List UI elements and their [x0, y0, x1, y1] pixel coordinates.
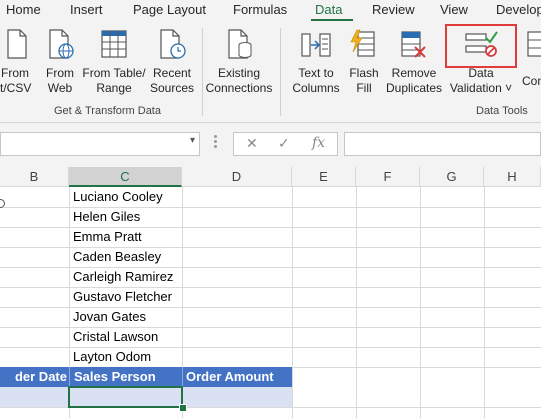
connections-file-icon	[228, 29, 252, 59]
cell-name[interactable]: Luciano Cooley	[73, 187, 163, 207]
table-cell[interactable]	[0, 387, 69, 407]
flash-fill-label-1: Flash	[349, 66, 379, 80]
remove-duplicates-label-2: Duplicates	[386, 81, 443, 95]
cell-name[interactable]: Layton Odom	[73, 347, 151, 367]
table-header-order-date[interactable]: der Date	[0, 367, 69, 387]
grip-icon[interactable]	[214, 135, 218, 151]
data-validation-label-2: Validation ˅	[449, 81, 513, 95]
insert-function-icon[interactable]: fx	[312, 135, 325, 151]
cell-name[interactable]: Caden Beasley	[73, 247, 161, 267]
recent-file-icon	[160, 29, 186, 59]
from-table-label-2: Range	[96, 81, 132, 95]
existing-connections-button[interactable]: Existing Connections	[204, 28, 274, 100]
group-separator	[280, 28, 281, 116]
fill-handle[interactable]	[179, 404, 187, 412]
table-header-sales-person[interactable]: Sales Person	[69, 367, 182, 387]
grid-line	[356, 187, 357, 418]
enter-icon[interactable]: ✓	[278, 135, 290, 152]
cell-name[interactable]: Emma Pratt	[73, 227, 142, 247]
consolidate-icon	[527, 31, 541, 57]
text-to-columns-button[interactable]: Text to Columns	[290, 28, 342, 100]
remove-duplicates-button[interactable]: Remove Duplicates	[386, 28, 442, 100]
group-separator	[202, 28, 203, 116]
column-header-f[interactable]: F	[356, 167, 420, 187]
group-label-get-transform: Get & Transform Data	[54, 105, 161, 117]
name-box[interactable]: ▾	[0, 132, 200, 156]
column-header-h[interactable]: H	[484, 167, 541, 187]
chevron-down-icon[interactable]: ▾	[190, 135, 195, 146]
tab-view[interactable]: View	[440, 2, 468, 17]
from-web-button[interactable]: From Web	[42, 28, 78, 100]
tab-review[interactable]: Review	[372, 2, 415, 17]
text-file-icon	[7, 29, 27, 59]
from-table-range-button[interactable]: From Table/ Range	[82, 28, 146, 100]
from-web-label-1: From	[46, 66, 74, 80]
formula-buttons: ✕ ✓ fx	[233, 132, 338, 156]
grid-line	[484, 187, 485, 418]
tab-insert[interactable]: Insert	[70, 2, 103, 17]
column-header-d[interactable]: D	[182, 167, 292, 187]
cell-name[interactable]: Gustavo Fletcher	[73, 287, 172, 307]
data-validation-label-1: Data	[468, 66, 494, 80]
grid-line	[292, 187, 293, 418]
cell-name[interactable]: Helen Giles	[73, 207, 140, 227]
remove-duplicates-label-1: Remove	[391, 66, 437, 80]
consolidate-label: Cons	[522, 74, 541, 88]
tab-data[interactable]: Data	[315, 2, 342, 17]
ribbon-tab-bar: Home Insert Page Layout Formulas Data Re…	[0, 0, 541, 22]
ribbon-data: From xt/CSV From Web From Table/ Range	[0, 22, 541, 123]
cancel-icon[interactable]: ✕	[246, 135, 258, 152]
cell-name[interactable]: Jovan Gates	[73, 307, 146, 327]
from-web-label-2: Web	[47, 81, 73, 95]
cell-name[interactable]: Carleigh Ramirez	[73, 267, 173, 287]
tab-developer[interactable]: Develop	[496, 2, 541, 17]
active-tab-indicator	[311, 19, 353, 21]
active-cell-border	[68, 386, 183, 408]
formula-input[interactable]	[344, 132, 541, 156]
group-label-data-tools: Data Tools	[476, 105, 528, 117]
column-header-c[interactable]: C	[69, 167, 182, 187]
from-text-label-1: From	[1, 66, 29, 80]
tab-formulas[interactable]: Formulas	[233, 2, 287, 17]
cell-name[interactable]: Cristal Lawson	[73, 327, 158, 347]
from-table-label-1: From Table/	[82, 66, 146, 80]
flash-fill-label-2: Fill	[356, 81, 372, 95]
text-to-columns-label-2: Columns	[292, 81, 340, 95]
tab-home[interactable]: Home	[6, 2, 41, 17]
recent-sources-label-1: Recent	[152, 66, 192, 80]
recent-sources-label-2: Sources	[149, 81, 195, 95]
existing-connections-label-2: Connections	[205, 81, 273, 95]
tab-page-layout[interactable]: Page Layout	[133, 2, 206, 17]
column-header-e[interactable]: E	[292, 167, 356, 187]
grid-line	[420, 187, 421, 418]
consolidate-button[interactable]: Cons	[520, 28, 541, 100]
column-header-b[interactable]: B	[0, 167, 69, 187]
table-header-order-amount[interactable]: Order Amount	[182, 367, 292, 387]
flash-fill-icon	[350, 29, 375, 57]
table-cell[interactable]	[182, 387, 292, 407]
formula-bar: ▾ ✕ ✓ fx	[0, 123, 541, 167]
text-to-columns-label-1: Text to	[298, 66, 334, 80]
recent-sources-button[interactable]: Recent Sources	[148, 28, 196, 100]
worksheet-grid[interactable]: B C D E F G H Luciano Cooley Helen Giles…	[0, 167, 541, 418]
flash-fill-button[interactable]: Flash Fill	[344, 28, 384, 100]
text-to-columns-icon	[301, 33, 331, 57]
from-text-csv-button[interactable]: From xt/CSV	[0, 28, 34, 100]
remove-duplicates-icon	[401, 31, 426, 58]
from-text-label-2: xt/CSV	[0, 81, 32, 95]
column-header-g[interactable]: G	[420, 167, 484, 187]
existing-connections-label-1: Existing	[217, 66, 261, 80]
data-validation-highlight-box	[445, 24, 517, 68]
table-icon	[101, 30, 127, 58]
web-file-icon	[49, 29, 74, 59]
